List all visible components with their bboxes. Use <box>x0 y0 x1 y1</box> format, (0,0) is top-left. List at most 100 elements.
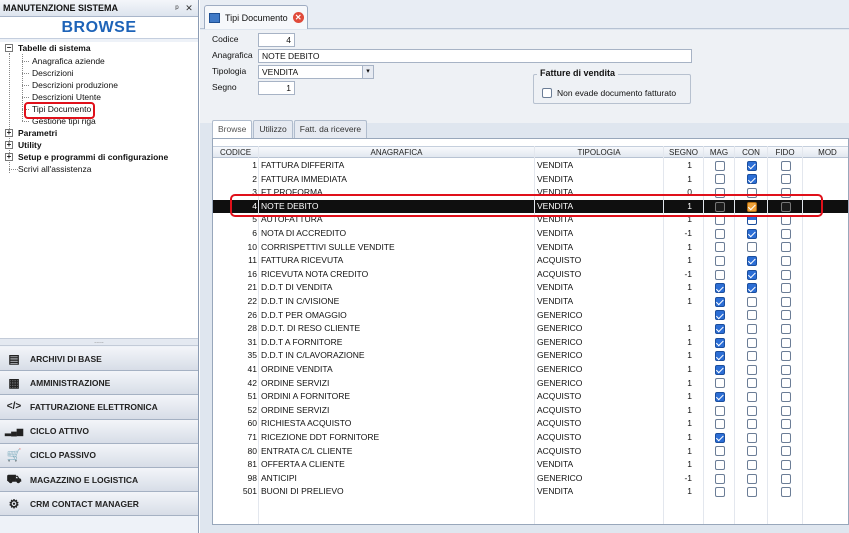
table-row[interactable]: 6 NOTA DI ACCREDITO VENDITA -1 <box>213 227 848 241</box>
column-header-mod[interactable]: MOD <box>803 147 848 158</box>
con-checkbox[interactable] <box>746 174 757 185</box>
mag-checkbox[interactable] <box>714 446 725 457</box>
con-checkbox[interactable] <box>746 228 757 239</box>
module-amministrazione[interactable]: ▦ AMMINISTRAZIONE <box>0 371 198 396</box>
module-fatturazione-elettronica[interactable]: </> FATTURAZIONE ELETTRONICA <box>0 395 198 420</box>
column-header-segno[interactable]: SEGNO <box>664 147 704 158</box>
tab-close-icon[interactable]: ✕ <box>292 12 304 23</box>
mag-checkbox[interactable] <box>714 473 725 484</box>
fido-checkbox[interactable] <box>780 160 791 171</box>
fido-checkbox[interactable] <box>780 228 791 239</box>
tab-tipi-documento[interactable]: Tipi Documento ✕ <box>204 5 308 29</box>
table-row[interactable]: 11 FATTURA RICEVUTA ACQUISTO 1 <box>213 254 848 268</box>
mag-checkbox[interactable] <box>714 487 725 498</box>
fido-checkbox[interactable] <box>780 323 791 334</box>
fido-checkbox[interactable] <box>780 391 791 402</box>
column-header-mag[interactable]: MAG <box>704 147 735 158</box>
mag-checkbox[interactable] <box>714 160 725 171</box>
panel-splitter[interactable]: ..... <box>0 338 198 346</box>
table-row[interactable]: 51 ORDINI A FORNITORE ACQUISTO 1 <box>213 390 848 404</box>
con-checkbox[interactable] <box>746 310 757 321</box>
tipologia-select[interactable]: VENDITA <box>258 65 363 79</box>
table-row[interactable]: 35 D.D.T IN C/LAVORAZIONE GENERICO 1 <box>213 349 848 363</box>
tab-utilizzo[interactable]: Utilizzo <box>253 120 293 138</box>
fido-checkbox[interactable] <box>780 242 791 253</box>
con-checkbox[interactable] <box>746 405 757 416</box>
tree-item-anagrafica-aziende[interactable]: Anagrafica aziende <box>32 55 105 67</box>
expand-icon[interactable]: + <box>5 141 13 149</box>
mag-checkbox[interactable] <box>714 310 725 321</box>
mag-checkbox[interactable] <box>714 351 725 362</box>
module-crm-contact-manager[interactable]: ⚙ CRM CONTACT MANAGER <box>0 492 198 517</box>
fido-checkbox[interactable] <box>780 296 791 307</box>
fido-checkbox[interactable] <box>780 378 791 389</box>
table-row[interactable]: 501 BUONI DI PRELIEVO VENDITA 1 <box>213 485 848 499</box>
close-icon[interactable]: ✕ <box>183 3 195 14</box>
mag-checkbox[interactable] <box>714 255 725 266</box>
tab-fatt-da-ricevere[interactable]: Fatt. da ricevere <box>293 120 368 138</box>
fido-checkbox[interactable] <box>780 473 791 484</box>
mag-checkbox[interactable] <box>714 269 725 280</box>
mag-checkbox[interactable] <box>714 405 725 416</box>
mag-checkbox[interactable] <box>714 459 725 470</box>
table-row[interactable]: 31 D.D.T A FORNITORE GENERICO 1 <box>213 336 848 350</box>
table-row[interactable]: 10 CORRISPETTIVI SULLE VENDITE VENDITA 1 <box>213 241 848 255</box>
con-checkbox[interactable] <box>746 391 757 402</box>
mag-checkbox[interactable] <box>714 174 725 185</box>
module-ciclo-passivo[interactable]: 🛒 CICLO PASSIVO <box>0 443 198 468</box>
column-header-con[interactable]: CON <box>735 147 768 158</box>
table-row[interactable]: 80 ENTRATA C/L CLIENTE ACQUISTO 1 <box>213 445 848 459</box>
fido-checkbox[interactable] <box>780 283 791 294</box>
table-row[interactable]: 71 RICEZIONE DDT FORNITORE ACQUISTO 1 <box>213 431 848 445</box>
table-row[interactable]: 98 ANTICIPI GENERICO -1 <box>213 472 848 486</box>
table-row[interactable]: 28 D.D.T. DI RESO CLIENTE GENERICO 1 <box>213 322 848 336</box>
fido-checkbox[interactable] <box>780 405 791 416</box>
mag-checkbox[interactable] <box>714 378 725 389</box>
fido-checkbox[interactable] <box>780 174 791 185</box>
chevron-down-icon[interactable]: ▾ <box>362 65 374 79</box>
column-header-tipologia[interactable]: TIPOLOGIA <box>535 147 664 158</box>
con-checkbox[interactable] <box>746 242 757 253</box>
con-checkbox[interactable] <box>746 255 757 266</box>
fido-checkbox[interactable] <box>780 255 791 266</box>
fido-checkbox[interactable] <box>780 337 791 348</box>
mag-checkbox[interactable] <box>714 419 725 430</box>
fido-checkbox[interactable] <box>780 432 791 443</box>
table-row[interactable]: 16 RICEVUTA NOTA CREDITO ACQUISTO -1 <box>213 268 848 282</box>
mag-checkbox[interactable] <box>714 228 725 239</box>
con-checkbox[interactable] <box>746 160 757 171</box>
module-ciclo-attivo[interactable]: ▂▄▆ CICLO ATTIVO <box>0 419 198 444</box>
module-magazzino-logistica[interactable]: ⛟ MAGAZZINO E LOGISTICA <box>0 467 198 493</box>
tree-node-parametri[interactable]: Parametri <box>18 127 57 139</box>
con-checkbox[interactable] <box>746 337 757 348</box>
table-row[interactable]: 21 D.D.T DI VENDITA VENDITA 1 <box>213 281 848 295</box>
table-row[interactable]: 42 ORDINE SERVIZI GENERICO 1 <box>213 377 848 391</box>
con-checkbox[interactable] <box>746 432 757 443</box>
tree-item-descrizioni[interactable]: Descrizioni <box>32 67 74 79</box>
table-row[interactable]: 2 FATTURA IMMEDIATA VENDITA 1 <box>213 173 848 187</box>
expand-icon[interactable]: + <box>5 153 13 161</box>
tree-node-tabelle-di-sistema[interactable]: Tabelle di sistema <box>18 42 91 54</box>
module-archivi-di-base[interactable]: ▤ ARCHIVI DI BASE <box>0 347 198 372</box>
con-checkbox[interactable] <box>746 351 757 362</box>
table-row[interactable]: 41 ORDINE VENDITA GENERICO 1 <box>213 363 848 377</box>
column-header-codice[interactable]: CODICE <box>213 147 259 158</box>
fido-checkbox[interactable] <box>780 487 791 498</box>
con-checkbox[interactable] <box>746 446 757 457</box>
con-checkbox[interactable] <box>746 487 757 498</box>
mag-checkbox[interactable] <box>714 432 725 443</box>
table-row[interactable]: 22 D.D.T IN C/VISIONE VENDITA 1 <box>213 295 848 309</box>
column-header-fido[interactable]: FIDO <box>768 147 803 158</box>
table-row[interactable]: 26 D.D.T PER OMAGGIO GENERICO <box>213 309 848 323</box>
anagrafica-field[interactable]: NOTE DEBITO <box>258 49 692 63</box>
fido-checkbox[interactable] <box>780 459 791 470</box>
codice-field[interactable]: 4 <box>258 33 295 47</box>
pin-icon[interactable]: ᵖ <box>171 3 183 13</box>
collapse-icon[interactable]: − <box>5 44 13 52</box>
fido-checkbox[interactable] <box>780 351 791 362</box>
table-row[interactable]: 81 OFFERTA A CLIENTE VENDITA 1 <box>213 458 848 472</box>
con-checkbox[interactable] <box>746 283 757 294</box>
mag-checkbox[interactable] <box>714 323 725 334</box>
table-row[interactable]: 1 FATTURA DIFFERITA VENDITA 1 <box>213 159 848 173</box>
fido-checkbox[interactable] <box>780 446 791 457</box>
